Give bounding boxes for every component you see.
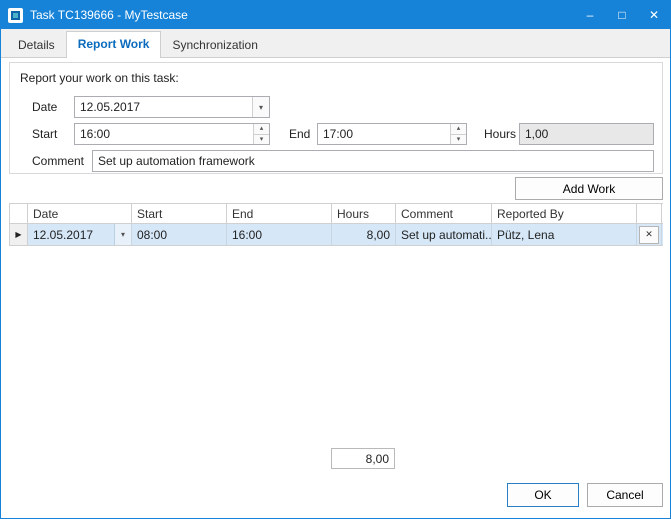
- row-indicator: ▶: [10, 224, 28, 245]
- end-input[interactable]: [318, 124, 450, 144]
- add-work-button[interactable]: Add Work: [515, 177, 663, 200]
- date-dropdown-button[interactable]: ▾: [252, 97, 269, 117]
- cancel-button[interactable]: Cancel: [587, 483, 663, 507]
- comment-editor: [92, 150, 654, 172]
- cell-date-dropdown-button[interactable]: ▾: [114, 224, 131, 245]
- end-label: End: [289, 127, 310, 141]
- tab-details[interactable]: Details: [7, 33, 66, 57]
- start-editor: ▴ ▾: [74, 123, 270, 145]
- minimize-button[interactable]: –: [574, 1, 606, 29]
- cell-date[interactable]: 12.05.2017 ▾: [28, 224, 132, 245]
- cell-comment[interactable]: Set up automati...: [396, 224, 492, 245]
- comment-input[interactable]: [93, 151, 653, 171]
- start-label: Start: [32, 127, 57, 141]
- row-indicator-icon: ▶: [15, 230, 21, 239]
- hours-editor: [519, 123, 654, 145]
- column-header-end[interactable]: End: [227, 204, 332, 223]
- work-log-grid: Date Start End Hours Comment Reported By…: [9, 203, 663, 246]
- date-editor: ▾: [74, 96, 270, 118]
- minimize-icon: –: [587, 8, 594, 22]
- column-header-reported-by[interactable]: Reported By: [492, 204, 637, 223]
- tab-report-work[interactable]: Report Work: [66, 31, 162, 58]
- titlebar: Task TC139666 - MyTestcase – □ ✕: [1, 1, 670, 29]
- cell-start[interactable]: 08:00: [132, 224, 227, 245]
- app-icon: [8, 8, 23, 23]
- hours-input: [520, 124, 653, 144]
- start-spin-down-button[interactable]: ▾: [254, 134, 269, 145]
- column-header-comment[interactable]: Comment: [396, 204, 492, 223]
- delete-icon: ✕: [645, 229, 653, 239]
- cell-hours[interactable]: 8,00: [332, 224, 396, 245]
- spin-down-icon: ▾: [457, 136, 461, 143]
- column-header-start[interactable]: Start: [132, 204, 227, 223]
- table-row[interactable]: ▶ 12.05.2017 ▾ 08:00 16:00 8,00 Set up a…: [9, 224, 663, 246]
- dialog-window: Task TC139666 - MyTestcase – □ ✕ Details…: [0, 0, 671, 519]
- start-input[interactable]: [75, 124, 253, 144]
- spin-up-icon: ▴: [457, 125, 461, 132]
- cell-reported-by[interactable]: Pütz, Lena: [492, 224, 637, 245]
- maximize-button[interactable]: □: [606, 1, 638, 29]
- row-selector-header: [10, 204, 28, 223]
- dropdown-arrow-icon: ▾: [259, 103, 263, 112]
- start-spin-up-button[interactable]: ▴: [254, 124, 269, 134]
- close-button[interactable]: ✕: [638, 1, 670, 29]
- spin-down-icon: ▾: [260, 136, 264, 143]
- window-title: Task TC139666 - MyTestcase: [30, 8, 188, 22]
- column-header-date[interactable]: Date: [28, 204, 132, 223]
- dropdown-arrow-icon: ▾: [121, 230, 125, 239]
- tab-bar: Details Report Work Synchronization: [1, 29, 670, 58]
- delete-column-header: [637, 204, 662, 223]
- date-input[interactable]: [75, 97, 252, 117]
- cell-end[interactable]: 16:00: [227, 224, 332, 245]
- cell-date-value: 12.05.2017: [28, 224, 114, 245]
- end-spin-up-button[interactable]: ▴: [451, 124, 466, 134]
- group-label: Report your work on this task:: [20, 71, 179, 85]
- end-editor: ▴ ▾: [317, 123, 467, 145]
- hours-label: Hours: [484, 127, 516, 141]
- maximize-icon: □: [618, 8, 625, 22]
- delete-row-button[interactable]: ✕: [639, 226, 659, 244]
- ok-button[interactable]: OK: [507, 483, 579, 507]
- hours-summary: 8,00: [331, 448, 395, 469]
- column-header-hours[interactable]: Hours: [332, 204, 396, 223]
- tab-synchronization[interactable]: Synchronization: [161, 33, 268, 57]
- cell-delete: ✕: [637, 224, 662, 245]
- grid-header: Date Start End Hours Comment Reported By: [9, 203, 663, 224]
- close-icon: ✕: [649, 8, 659, 22]
- date-label: Date: [32, 100, 57, 114]
- report-work-group: Report your work on this task: Date ▾ St…: [9, 62, 663, 174]
- comment-label: Comment: [32, 154, 84, 168]
- end-spin-down-button[interactable]: ▾: [451, 134, 466, 145]
- spin-up-icon: ▴: [260, 125, 264, 132]
